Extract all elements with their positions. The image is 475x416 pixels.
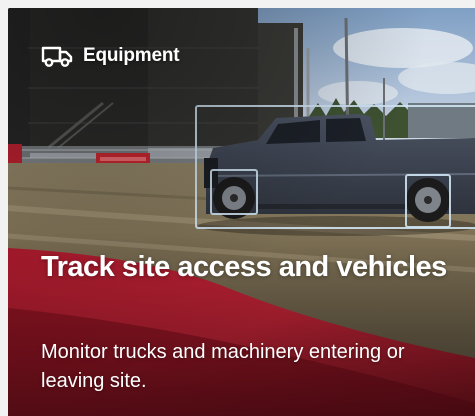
truck-icon	[41, 46, 73, 67]
card-description: Monitor trucks and machinery entering or…	[41, 341, 405, 392]
category-tag: Equipment	[41, 45, 180, 67]
category-label: Equipment	[83, 45, 180, 66]
equipment-card[interactable]: Equipment Track site access and vehicles…	[8, 8, 475, 416]
card-title: Track site access and vehicles	[41, 251, 447, 283]
